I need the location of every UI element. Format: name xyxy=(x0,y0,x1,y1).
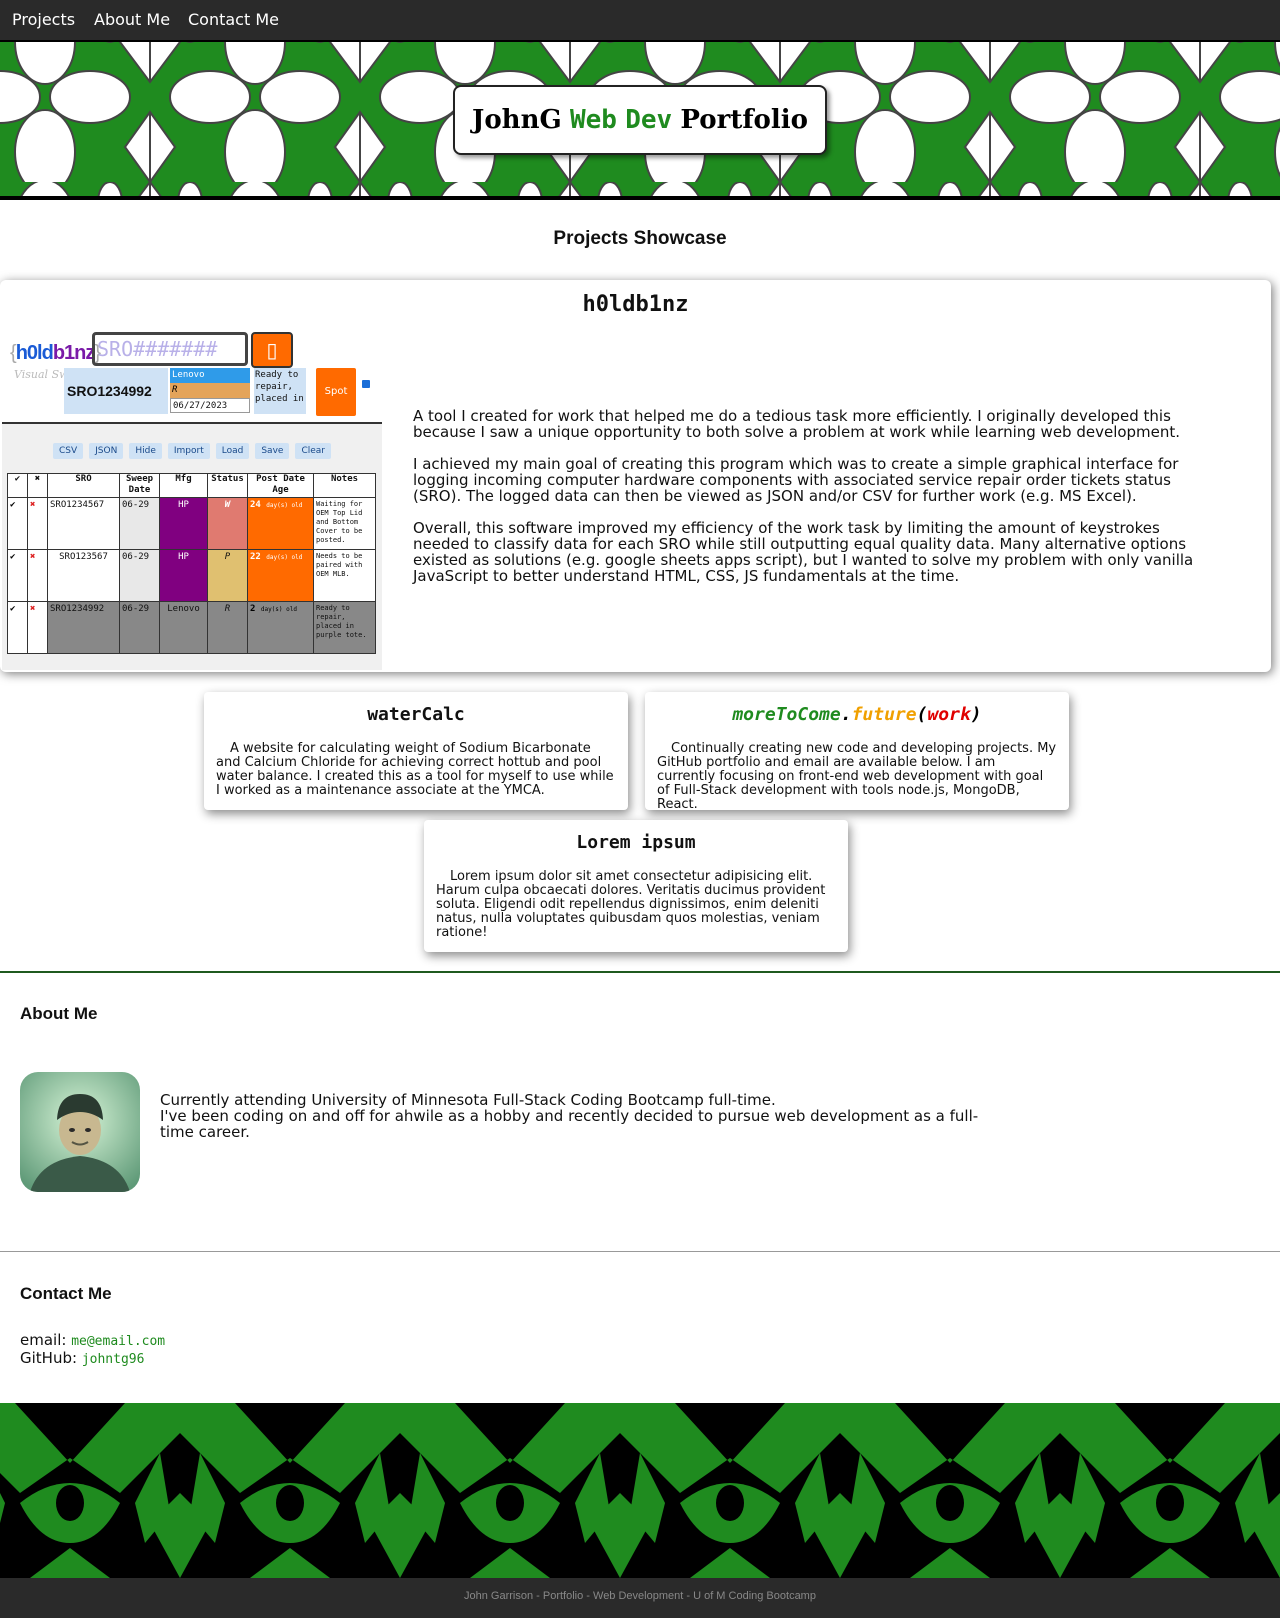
check-icon: ✔ xyxy=(7,497,28,550)
top-nav: Projects About Me Contact Me xyxy=(0,0,1280,40)
nav-link-contact[interactable]: Contact Me xyxy=(188,10,279,29)
about-line: I've been coding on and off for ahwile a… xyxy=(160,1107,979,1141)
title-part-web: Web xyxy=(569,105,617,135)
title-part-dev: Dev xyxy=(625,105,673,135)
project-card-more-to-come[interactable]: moreToCome.future(work) Continually crea… xyxy=(645,692,1069,812)
check-icon: ✔ xyxy=(7,601,28,654)
table-header: Status xyxy=(207,473,248,498)
project-description: A tool I created for work that helped me… xyxy=(413,408,1203,600)
nav-link-projects[interactable]: Projects xyxy=(12,10,75,29)
save-label: Save xyxy=(255,443,290,459)
card-title: Lorem ipsum xyxy=(576,832,696,853)
project-paragraph: Overall, this software improved my effic… xyxy=(413,519,1194,585)
table-header: Mfg xyxy=(159,473,208,498)
table-header: Sweep Date xyxy=(119,473,160,498)
card-text: A website for calculating weight of Sodi… xyxy=(216,741,614,798)
hide-label: Hide xyxy=(129,443,162,459)
email-link[interactable]: me@email.com xyxy=(71,1334,165,1349)
card-text: Lorem ipsum dolor sit amet consectetur a… xyxy=(436,869,826,940)
about-text: Currently attending University of Minnes… xyxy=(160,1092,980,1140)
github-label: GitHub: xyxy=(20,1349,78,1367)
project-card-watercalc[interactable]: waterCalc A website for calculating weig… xyxy=(204,692,628,810)
table-header: ✔ xyxy=(7,473,28,498)
contact-heading: Contact Me xyxy=(20,1284,112,1303)
table-header: ✖ xyxy=(27,473,48,498)
status-field: R xyxy=(170,383,250,398)
table-row: ✔ ✖ SRO1234992 06-29 Lenovo R 2 day(s) ol… xyxy=(7,601,376,654)
nav-link-about[interactable]: About Me xyxy=(94,10,170,29)
project-paragraph: I achieved my main goal of creating this… xyxy=(413,455,1179,505)
title-part-johng: JohnG xyxy=(472,105,562,135)
note-field: Ready to repair, placed in xyxy=(254,368,306,414)
project-screenshot: {h0ldb1nz} SRO####### ▯ Visual Sweep SRO… xyxy=(2,330,382,670)
card-text: Continually creating new code and develo… xyxy=(657,741,1057,812)
title-part-portfolio: Portfolio xyxy=(680,105,808,135)
table-row: ✔ ✖ SRO123567 06-29 HP P 22 day(s) old Ne… xyxy=(7,549,376,602)
screenshot-toolbar: CSV JSON Hide Import Load Save Clear xyxy=(2,438,382,459)
email-label: email: xyxy=(20,1331,67,1349)
x-icon: ✖ xyxy=(27,497,48,550)
about-line: Currently attending University of Minnes… xyxy=(160,1091,776,1109)
sro-input: SRO####### xyxy=(92,332,248,366)
card-title: waterCalc xyxy=(367,704,465,725)
mini-fields: Lenovo R 06/27/2023 xyxy=(170,368,250,413)
clear-label: Clear xyxy=(295,443,331,459)
avatar xyxy=(20,1072,140,1192)
sro-value: SRO1234992 xyxy=(64,368,168,414)
json-label: JSON xyxy=(89,443,124,459)
csv-label: CSV xyxy=(53,443,84,459)
spot-button: Spot xyxy=(316,368,356,416)
table-header: Notes xyxy=(313,473,376,498)
project-card-lorem-ipsum[interactable]: Lorem ipsum Lorem ipsum dolor sit amet c… xyxy=(424,820,848,952)
load-label: Load xyxy=(215,443,250,459)
section-divider xyxy=(0,971,1280,973)
mfg-field: Lenovo xyxy=(170,368,250,383)
hero-banner: JohnG Web Dev Portfolio xyxy=(0,40,1280,200)
section-divider xyxy=(0,1251,1280,1252)
checkbox-icon xyxy=(362,380,370,388)
table-header: Post Date Age xyxy=(247,473,314,498)
h0ldb1nz-logo: {h0ldb1nz} xyxy=(10,342,101,364)
x-icon: ✖ xyxy=(27,601,48,654)
project-title: h0ldb1nz xyxy=(582,292,689,317)
card-title: moreToCome.future(work) xyxy=(732,704,982,725)
screenshot-header: {h0ldb1nz} SRO####### ▯ Visual Sweep SRO… xyxy=(2,330,382,424)
import-label: Import xyxy=(167,443,210,459)
date-field: 06/27/2023 xyxy=(170,398,250,413)
project-card-h0ldb1nz[interactable]: h0ldb1nz {h0ldb1nz} SRO####### ▯ Visual … xyxy=(0,280,1271,672)
site-title: JohnG Web Dev Portfolio xyxy=(453,85,827,155)
footer: John Garrison - Portfolio - Web Developm… xyxy=(0,1578,1280,1618)
contact-info: email: me@email.com GitHub: johntg96 xyxy=(20,1332,165,1368)
projects-showcase-heading: Projects Showcase xyxy=(553,228,727,249)
footer-pattern xyxy=(0,1403,1280,1578)
check-icon: ✔ xyxy=(7,549,28,602)
about-heading: About Me xyxy=(20,1004,98,1023)
table-header: SRO xyxy=(47,473,120,498)
trash-icon: ▯ xyxy=(251,332,293,368)
table-row: ✔ ✖ SRO1234567 06-29 HP W 24 day(s) old W… xyxy=(7,497,376,550)
project-paragraph: A tool I created for work that helped me… xyxy=(413,407,1181,441)
footer-text: John Garrison - Portfolio - Web Developm… xyxy=(464,1590,816,1602)
github-link[interactable]: johntg96 xyxy=(82,1352,145,1367)
x-icon: ✖ xyxy=(27,549,48,602)
screenshot-table: ✔ ✖ SRO Sweep Date Mfg Status Post Date … xyxy=(7,473,376,654)
